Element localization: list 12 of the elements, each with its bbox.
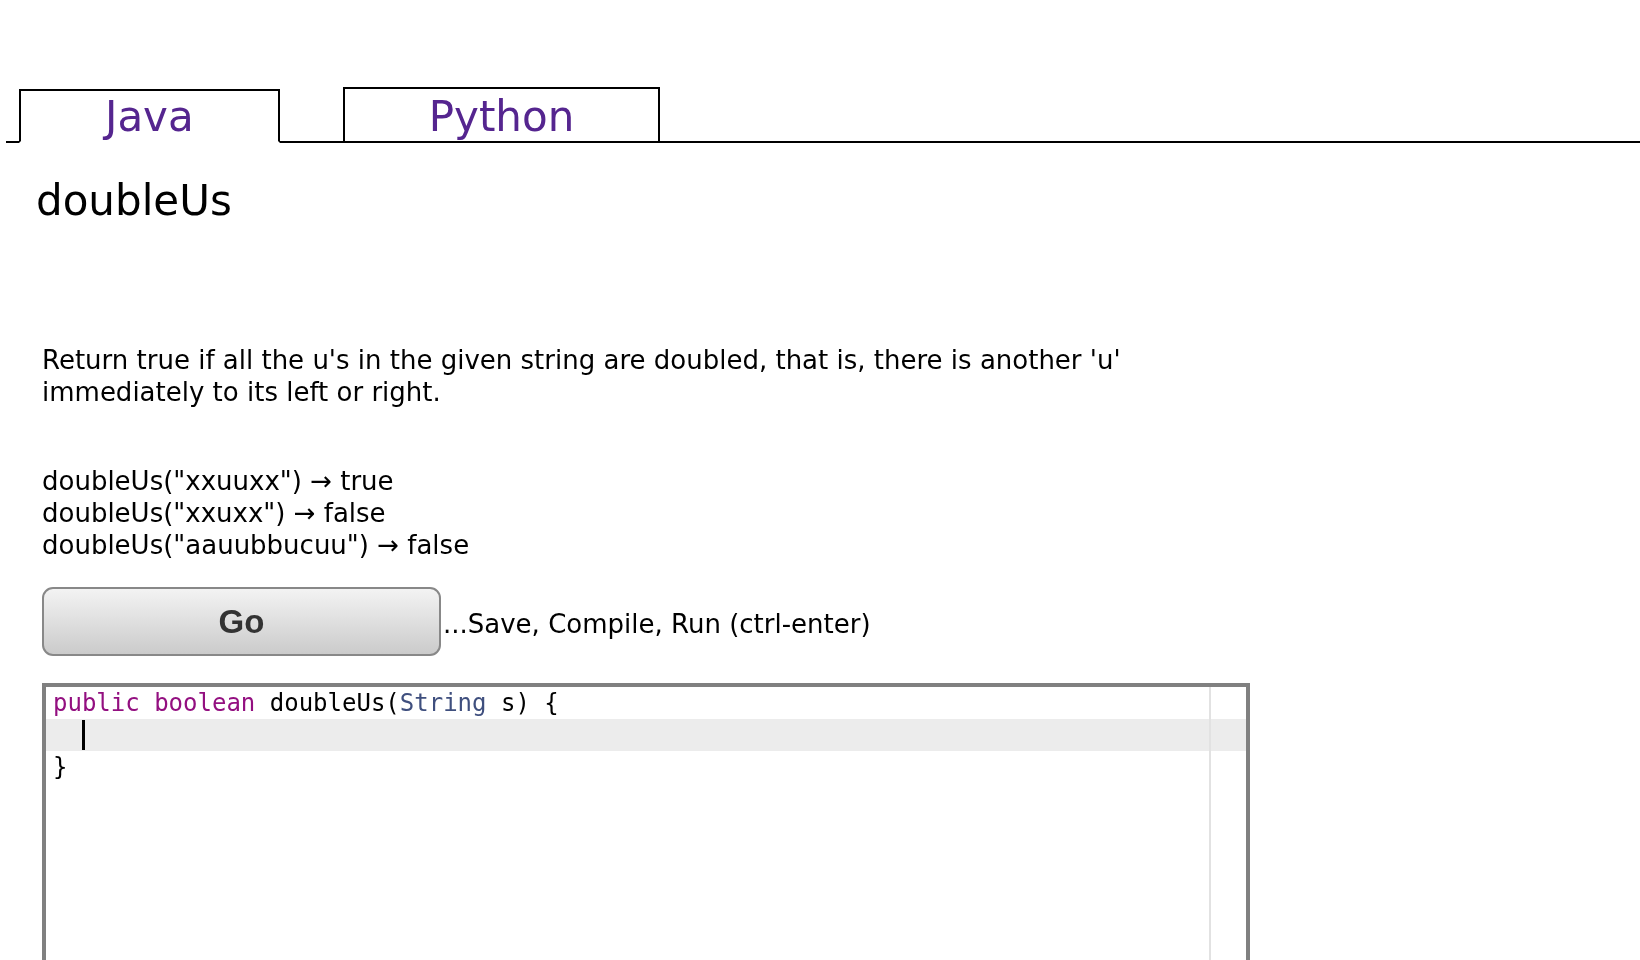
code-line: public boolean doubleUs(String s) {	[52, 688, 560, 720]
go-hint-text: ...Save, Compile, Run (ctrl-enter)	[443, 608, 871, 641]
code-line: }	[52, 752, 69, 784]
problem-description: Return true if all the u's in the given string are doubled, that is, there is another 'u' immediately to its left or right.	[42, 344, 1122, 409]
code-editor[interactable]: public boolean doubleUs(String s) { }	[42, 683, 1250, 960]
example-line: doubleUs("xxuuxx") → true	[42, 465, 395, 498]
language-tab[interactable]: Python	[342, 87, 661, 143]
language-tab[interactable]: Java	[19, 89, 280, 143]
example-line: doubleUs("aauubbucuu") → false	[42, 529, 471, 562]
problem-title: doubleUs	[36, 176, 233, 227]
go-button[interactable]: Go	[42, 587, 441, 657]
example-line: doubleUs("xxuxx") → false	[42, 497, 387, 530]
